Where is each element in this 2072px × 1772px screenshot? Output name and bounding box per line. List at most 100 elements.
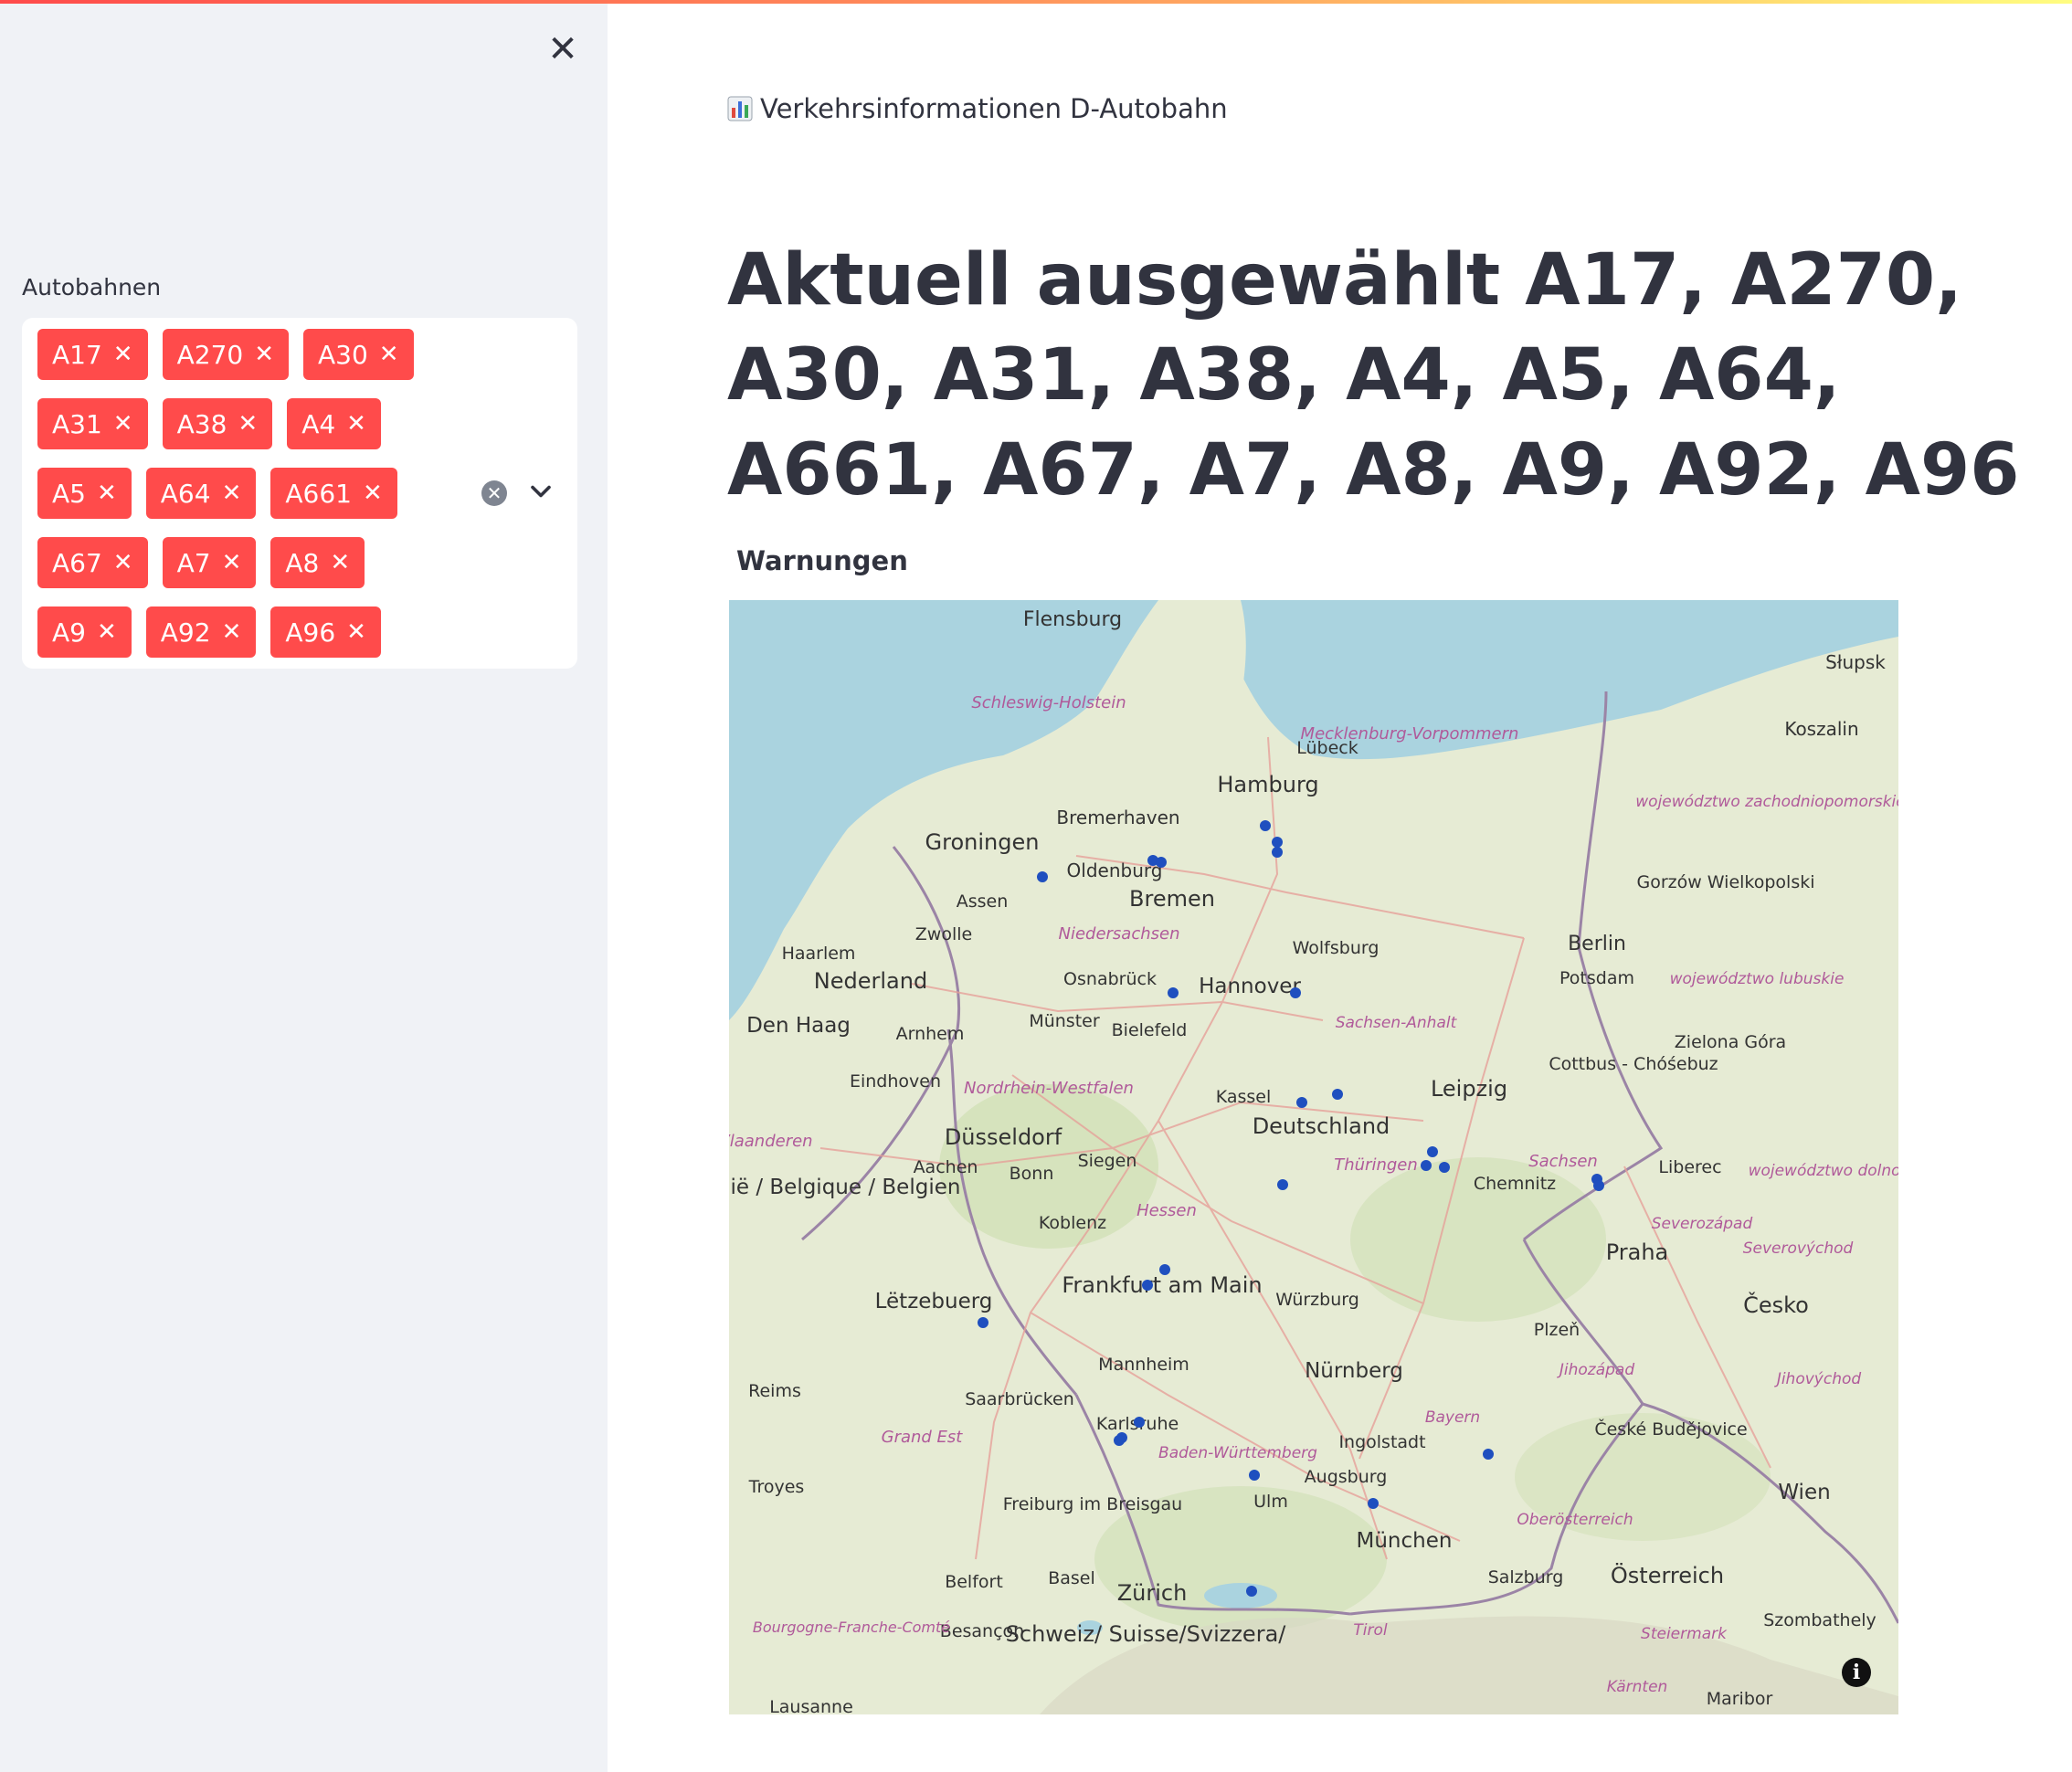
map-label: Sachsen-Anhalt [1336, 1014, 1458, 1032]
warning-marker[interactable] [1142, 1280, 1153, 1291]
map-label: Kärnten [1607, 1678, 1668, 1696]
map-canvas[interactable]: FlensburgSchleswig-HolsteinLübeckMecklen… [729, 600, 1898, 1714]
warning-marker[interactable] [1134, 1417, 1145, 1428]
map-label: Ulm [1253, 1492, 1288, 1512]
remove-chip-icon[interactable]: ✕ [222, 480, 242, 507]
map-label: Bremen [1129, 886, 1215, 912]
chip-a30[interactable]: A30 ✕ [303, 329, 414, 380]
map-label: Jihovýchod [1774, 1370, 1862, 1388]
chip-a9[interactable]: A9 ✕ [37, 606, 132, 658]
clear-all-icon[interactable]: ✕ [481, 480, 507, 506]
warning-marker[interactable] [1439, 1162, 1450, 1173]
map-label: Salzburg [1488, 1567, 1564, 1587]
remove-chip-icon[interactable]: ✕ [97, 480, 117, 507]
remove-chip-icon[interactable]: ✕ [379, 341, 399, 368]
remove-chip-icon[interactable]: ✕ [113, 410, 133, 438]
warning-marker[interactable] [1156, 857, 1167, 868]
chip-row: A5 ✕ A64 ✕ A661 ✕ [37, 468, 439, 537]
autobahn-multiselect[interactable]: A17 ✕ A270 ✕ A30 ✕ A31 ✕ A38 ✕ A4 ✕ A5 ✕ A64 ✕ A661 ✕ A67 ✕… [22, 318, 577, 669]
warnings-map[interactable]: Flensburg Schleswig-Holstein Lübeck Mecklen… [729, 600, 1898, 1714]
chevron-down-icon[interactable] [524, 475, 557, 508]
chip-a661[interactable]: A661 ✕ [270, 468, 397, 519]
chip-a7[interactable]: A7 ✕ [162, 537, 257, 588]
remove-chip-icon[interactable]: ✕ [346, 618, 366, 646]
warning-marker[interactable] [1272, 847, 1283, 858]
warning-marker[interactable] [1277, 1179, 1288, 1190]
chip-a17[interactable]: A17 ✕ [37, 329, 148, 380]
map-label: Assen [957, 891, 1009, 912]
chip-label: A64 [160, 478, 211, 509]
warning-marker[interactable] [1368, 1498, 1379, 1509]
map-label: Würzburg [1275, 1290, 1359, 1310]
map-label: Słupsk [1825, 651, 1886, 673]
warning-marker[interactable] [1427, 1146, 1438, 1157]
warning-marker[interactable] [1168, 987, 1179, 998]
remove-chip-icon[interactable]: ✕ [222, 618, 242, 646]
map-label: Frankfurt am Main [1062, 1272, 1262, 1298]
map-label: Nederland [814, 968, 927, 994]
map-label: Potsdam [1559, 968, 1634, 988]
map-label: województwo lubuskie [1670, 970, 1845, 988]
remove-chip-icon[interactable]: ✕ [363, 480, 383, 507]
warning-marker[interactable] [1246, 1586, 1257, 1597]
warning-marker[interactable] [1483, 1449, 1494, 1460]
map-label: Bielefeld [1112, 1020, 1188, 1040]
info-icon[interactable]: i [1842, 1658, 1871, 1687]
warning-marker[interactable] [1037, 871, 1048, 882]
map-label: Belfort [945, 1572, 1003, 1592]
warning-marker[interactable] [1260, 820, 1271, 831]
chip-a4[interactable]: A4 ✕ [287, 398, 381, 449]
remove-chip-icon[interactable]: ✕ [97, 618, 117, 646]
map-label: Bayern [1425, 1408, 1480, 1427]
map-label: Saarbrücken [965, 1389, 1074, 1409]
map-label: Grand Est [882, 1428, 964, 1447]
map-label: Münster [1029, 1011, 1100, 1031]
chip-a92[interactable]: A92 ✕ [145, 606, 257, 658]
warning-marker[interactable] [978, 1317, 988, 1328]
chip-a96[interactable]: A96 ✕ [270, 606, 381, 658]
remove-chip-icon[interactable]: ✕ [113, 549, 133, 576]
warning-marker[interactable] [1421, 1160, 1432, 1171]
map-label: Gorzów Wielkopolski [1636, 872, 1814, 892]
warning-marker[interactable] [1332, 1089, 1343, 1100]
chip-label: A8 [285, 547, 320, 578]
warning-marker[interactable] [1593, 1180, 1604, 1191]
map-label: Hamburg [1217, 772, 1318, 797]
remove-chip-icon[interactable]: ✕ [346, 410, 366, 438]
map-label: Osnabrück [1063, 969, 1157, 989]
warning-marker[interactable] [1114, 1435, 1125, 1446]
map-label: Reims [748, 1381, 801, 1401]
chip-a8[interactable]: A8 ✕ [270, 537, 365, 588]
chip-a67[interactable]: A67 ✕ [37, 537, 148, 588]
remove-chip-icon[interactable]: ✕ [113, 341, 133, 368]
chip-label: A5 [52, 478, 86, 509]
selected-chips: A17 ✕ A270 ✕ A30 ✕ A31 ✕ A38 ✕ A4 ✕ A5 ✕ A64 ✕ A661 ✕ A67 ✕… [37, 329, 439, 676]
multiselect-label: Autobahnen [22, 274, 162, 301]
warning-marker[interactable] [1290, 987, 1301, 998]
map-label: Bonn [1010, 1164, 1054, 1184]
remove-chip-icon[interactable]: ✕ [254, 341, 274, 368]
map-label: Nordrhein-Westfalen [964, 1079, 1134, 1098]
remove-chip-icon[interactable]: ✕ [330, 549, 350, 576]
chip-a5[interactable]: A5 ✕ [37, 468, 132, 519]
chip-a64[interactable]: A64 ✕ [145, 468, 257, 519]
chip-row: A31 ✕ A38 ✕ A4 ✕ [37, 398, 439, 468]
sidebar: ✕ Autobahnen A17 ✕ A270 ✕ A30 ✕ A31 ✕ A38 ✕ A4 ✕ A5 ✕… [0, 0, 608, 1772]
warning-marker[interactable] [1272, 837, 1283, 848]
map-label: Augsburg [1305, 1467, 1388, 1487]
chip-a38[interactable]: A38 ✕ [162, 398, 273, 449]
map-label: Praha [1606, 1239, 1669, 1265]
chip-label: A7 [176, 547, 211, 578]
close-sidebar-button[interactable]: ✕ [541, 27, 585, 71]
chip-a270[interactable]: A270 ✕ [162, 329, 289, 380]
warning-marker[interactable] [1159, 1264, 1170, 1275]
chip-a31[interactable]: A31 ✕ [37, 398, 148, 449]
remove-chip-icon[interactable]: ✕ [222, 549, 242, 576]
app-title: Verkehrsinformationen D-Autobahn [727, 93, 1228, 124]
map-label: Oberösterreich [1517, 1511, 1633, 1529]
map-label: Ingolstadt [1338, 1432, 1425, 1452]
warning-marker[interactable] [1296, 1097, 1307, 1108]
map-label: Aachen [914, 1157, 978, 1177]
remove-chip-icon[interactable]: ✕ [238, 410, 258, 438]
warning-marker[interactable] [1249, 1470, 1260, 1481]
